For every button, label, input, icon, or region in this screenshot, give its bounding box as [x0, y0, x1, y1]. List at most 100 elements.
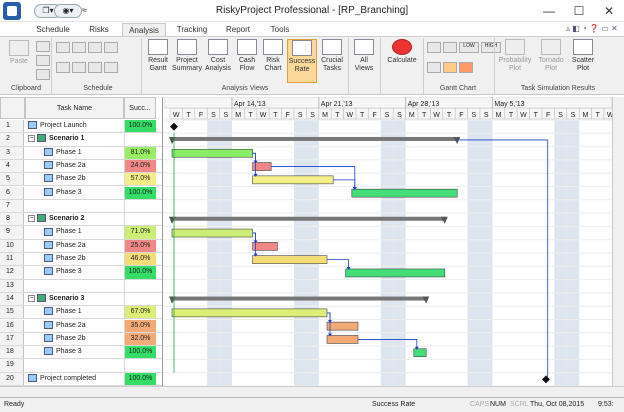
row-number[interactable]: 4: [0, 159, 24, 173]
table-row[interactable]: 4 Phase 2a 24.0%: [0, 159, 162, 174]
task-name-cell[interactable]: − Scenario 1: [26, 133, 123, 145]
maximize-button[interactable]: ☐: [564, 0, 594, 22]
table-row[interactable]: 6 Phase 3 100.0%: [0, 186, 162, 200]
task-name-header[interactable]: Task Name: [25, 97, 124, 119]
table-row[interactable]: 12 Phase 3 100.0%: [0, 266, 162, 280]
success-rate-cell[interactable]: 46.0%: [124, 253, 156, 266]
table-row[interactable]: 17 Phase 2b 32.0%: [0, 332, 162, 347]
row-number[interactable]: 16: [0, 319, 24, 332]
row-number[interactable]: 18: [0, 346, 24, 359]
success-rate-cell[interactable]: 81.0%: [124, 146, 156, 159]
success-rate-cell[interactable]: 100.0%: [124, 346, 156, 359]
row-number[interactable]: 8: [0, 213, 24, 226]
tab-tools[interactable]: Tools: [262, 23, 298, 36]
success-rate-cell[interactable]: 35.0%: [124, 319, 156, 332]
table-row[interactable]: 18 Phase 3 100.0%: [0, 346, 162, 360]
success-rate-cell[interactable]: 100.0%: [124, 120, 156, 133]
horizontal-scrollbar[interactable]: [0, 386, 624, 397]
table-row[interactable]: 7: [0, 199, 162, 214]
tab-schedule[interactable]: Schedule: [30, 23, 76, 36]
row-number[interactable]: 7: [0, 199, 24, 213]
all-views-button[interactable]: All Views: [351, 39, 377, 83]
ribbon-help-icons[interactable]: ▵ ◧ ◔ ❓ ▭ ✕: [566, 24, 618, 33]
row-number[interactable]: 1: [0, 120, 24, 133]
task-name-cell[interactable]: Phase 2a: [26, 240, 123, 252]
success-rate-button[interactable]: Success Rate: [287, 39, 317, 83]
task-name-cell[interactable]: − Scenario 2: [26, 213, 123, 225]
success-rate-cell[interactable]: 67.0%: [124, 306, 156, 319]
cut-icon[interactable]: [36, 41, 50, 52]
crucial-tasks-button[interactable]: Crucial Tasks: [318, 39, 346, 83]
row-number[interactable]: 9: [0, 226, 24, 239]
row-number[interactable]: 6: [0, 186, 24, 199]
paste-button[interactable]: Paste: [6, 40, 32, 66]
success-rate-cell[interactable]: [124, 279, 156, 292]
row-number[interactable]: 3: [0, 146, 24, 159]
table-row[interactable]: 10 Phase 2a 25.0%: [0, 239, 162, 253]
collapse-icon[interactable]: −: [28, 214, 35, 222]
task-name-cell[interactable]: Project Launch: [26, 120, 123, 132]
gantt-chart[interactable]: W T F S S M T W T F S S M T W T F S S M T W T F S S M T W T F S S M T W Apr …: [163, 96, 617, 397]
task-name-cell[interactable]: Phase 2a: [26, 320, 123, 332]
task-name-cell[interactable]: Phase 3: [26, 187, 123, 199]
table-row[interactable]: 19: [0, 359, 162, 373]
project-summary-button[interactable]: Project Summary: [172, 39, 202, 83]
close-button[interactable]: ✕: [594, 0, 624, 22]
result-gantt-button[interactable]: Result Gantt: [144, 39, 172, 83]
success-rate-cell[interactable]: [124, 292, 156, 306]
task-name-cell[interactable]: Project completed: [26, 373, 123, 385]
tab-tracking[interactable]: Tracking: [170, 23, 214, 36]
task-name-cell[interactable]: [26, 280, 123, 292]
table-row[interactable]: 9 Phase 1 71.0%: [0, 226, 162, 240]
row-number[interactable]: 19: [0, 359, 24, 372]
row-number[interactable]: 12: [0, 266, 24, 279]
grid-corner[interactable]: [0, 97, 25, 119]
row-number[interactable]: 20: [0, 372, 24, 385]
gantt-format-icon[interactable]: [427, 62, 441, 73]
table-row[interactable]: 1 Project Launch 100.0%: [0, 120, 162, 134]
vertical-scrollbar[interactable]: [612, 97, 624, 397]
success-rate-cell[interactable]: [124, 133, 156, 146]
gantt-arrows-icon[interactable]: [459, 62, 473, 73]
risk-chart-button[interactable]: Risk Chart: [260, 39, 286, 83]
cash-flow-button[interactable]: Cash Flow: [234, 39, 260, 83]
undo-icon[interactable]: [36, 69, 50, 80]
success-rate-cell[interactable]: [124, 199, 156, 213]
table-row[interactable]: 3 Phase 1 81.0%: [0, 146, 162, 160]
gantt-bars-icon[interactable]: [443, 62, 457, 73]
zoom-low-high-icon[interactable]: LOW: [459, 42, 479, 53]
row-number[interactable]: 5: [0, 173, 24, 186]
success-rate-cell[interactable]: 100.0%: [124, 186, 156, 199]
row-number[interactable]: 17: [0, 332, 24, 346]
task-name-cell[interactable]: Phase 2b: [26, 173, 123, 185]
task-name-cell[interactable]: Phase 3: [26, 266, 123, 278]
task-name-cell[interactable]: Phase 2b: [26, 333, 123, 345]
success-rate-cell[interactable]: 25.0%: [124, 239, 156, 252]
cost-analysis-button[interactable]: Cost Analysis: [203, 39, 233, 83]
scatter-plot-button[interactable]: Scatter Plot: [568, 39, 598, 83]
table-row[interactable]: 2− Scenario 1: [0, 133, 162, 147]
table-row[interactable]: 13: [0, 279, 162, 293]
minimize-button[interactable]: —: [534, 0, 564, 22]
task-name-cell[interactable]: [26, 359, 123, 371]
table-row[interactable]: 5 Phase 2b 57.0%: [0, 173, 162, 187]
table-row[interactable]: 8− Scenario 2: [0, 213, 162, 227]
copy-icon[interactable]: [36, 55, 50, 66]
zoom-icon[interactable]: [427, 42, 441, 53]
task-name-cell[interactable]: Phase 2b: [26, 253, 123, 265]
collapse-icon[interactable]: −: [28, 134, 35, 142]
table-row[interactable]: 11 Phase 2b 46.0%: [0, 253, 162, 267]
calculate-button[interactable]: Calculate: [383, 39, 421, 83]
table-row[interactable]: 15 Phase 1 67.0%: [0, 306, 162, 320]
success-rate-cell[interactable]: [124, 213, 156, 226]
success-rate-cell[interactable]: 100.0%: [124, 266, 156, 279]
task-name-cell[interactable]: [26, 200, 123, 212]
tab-report[interactable]: Report: [218, 23, 258, 36]
success-rate-cell[interactable]: 24.0%: [124, 159, 156, 173]
task-name-cell[interactable]: Phase 1: [26, 147, 123, 159]
row-number[interactable]: 11: [0, 253, 24, 266]
success-rate-header[interactable]: Succ...: [124, 97, 156, 119]
tab-risks[interactable]: Risks: [80, 23, 118, 36]
table-row[interactable]: 20 Project completed 100.0%: [0, 372, 162, 386]
task-name-cell[interactable]: − Scenario 3: [26, 293, 123, 305]
